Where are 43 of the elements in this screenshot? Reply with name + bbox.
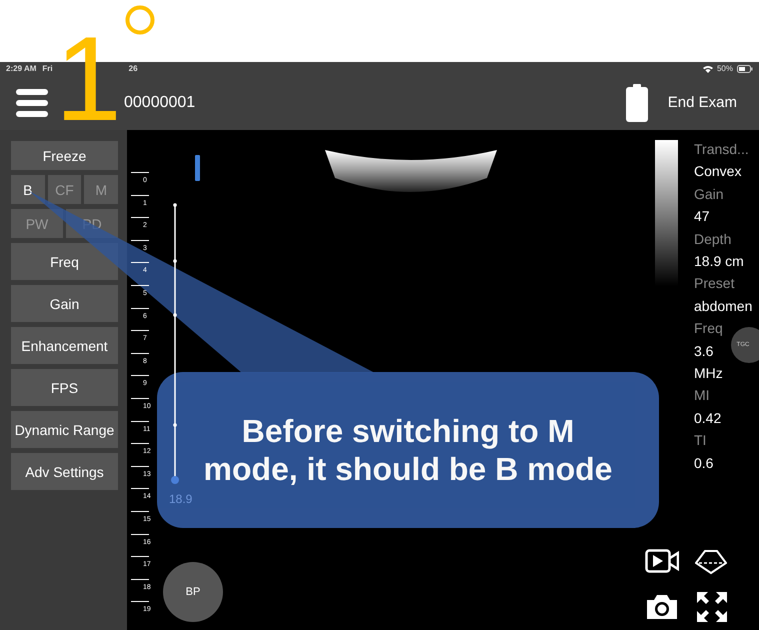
depth-slider-line[interactable] [171,203,179,485]
camera-icon[interactable] [645,594,679,620]
info-label: Preset [694,274,734,294]
sidebar-button[interactable]: FPS [11,369,118,406]
orientation-marker [195,155,200,181]
video-record-icon[interactable] [645,549,679,573]
sidebar-button[interactable]: Gain [11,285,118,322]
info-value: abdomen [694,296,752,316]
info-label: TI [694,431,706,450]
callout-text: Before switching to M mode, it should be B mode [202,412,614,488]
end-exam-button[interactable]: End Exam [668,94,737,111]
mode-button[interactable]: B [11,175,45,204]
info-value: 18.9 cm [694,252,744,272]
info-value: 47 [694,207,710,226]
depth-reading: 18.9 [169,492,192,506]
menu-icon[interactable] [16,88,48,116]
info-value: 3.6 [694,342,714,361]
sidebar-button[interactable]: Adv Settings [11,453,118,490]
battery-icon [626,84,648,122]
info-value: 0.6 [694,454,714,473]
info-value: Convex [694,162,742,182]
info-value: MHz [694,364,723,384]
battery-icon [737,64,753,72]
bp-button[interactable]: BP [163,562,223,622]
battery-percent: 50% [716,64,733,73]
expand-icon[interactable] [697,592,727,622]
wifi-icon [702,64,713,72]
step-circle-icon [124,4,156,36]
info-label: Transd... [694,140,749,159]
scan-sector-icon[interactable] [695,549,727,575]
info-label: Depth [694,230,732,249]
status-date: 26 [128,64,138,73]
sidebar-button[interactable]: Enhancement [11,327,118,364]
info-label: Gain [694,184,724,204]
sidebar-button[interactable]: Freq [11,243,118,280]
status-date: Fri [42,64,53,73]
info-label: Freq [694,319,723,338]
sidebar-button[interactable]: Freeze [11,141,118,170]
info-value: 0.42 [694,408,722,428]
sidebar-button[interactable]: Dynamic Range [11,411,118,448]
status-time: 2:29 AM [6,64,36,73]
exam-id: 00000001 [124,94,196,112]
info-label: MI [694,386,710,406]
